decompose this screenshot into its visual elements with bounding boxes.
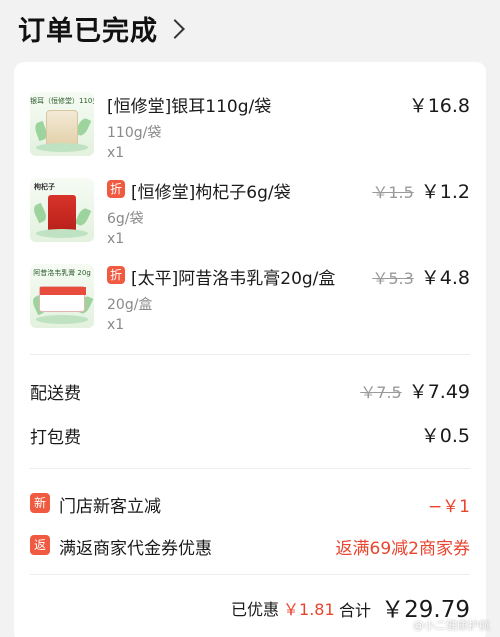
delivery-fee-value: ￥7.5 ￥7.49	[360, 377, 470, 404]
product-price: ￥16.8	[409, 91, 470, 118]
product-quantity: x1	[107, 145, 125, 161]
thumbnail-label: 银耳（恒修堂）110克	[30, 97, 94, 105]
divider	[30, 468, 470, 469]
product-item[interactable]: 阿昔洛韦乳膏 20g 折 [太平]阿昔洛韦乳膏20g/盒 20g/盒 x1 ￥5…	[14, 262, 486, 342]
current-price: ￥1.2	[420, 181, 470, 203]
product-quantity: x1	[107, 231, 125, 247]
page-header[interactable]: 订单已完成	[0, 0, 500, 56]
product-item[interactable]: 枸杞子 折 [恒修堂]枸杞子6g/袋 6g/袋 x1 ￥1.5 ￥1.2	[14, 176, 486, 256]
rebate-tag: 返	[30, 535, 50, 555]
saved-value: ￥1.81	[283, 600, 335, 619]
product-item[interactable]: 银耳（恒修堂）110克 [恒修堂]银耳110g/袋 110g/袋 x1 ￥16.…	[14, 90, 486, 170]
current-price: ￥16.8	[408, 95, 470, 117]
order-status-title: 订单已完成	[18, 15, 158, 47]
product-thumbnail[interactable]: 枸杞子	[30, 178, 94, 242]
product-name: [恒修堂]银耳110g/袋	[107, 97, 272, 117]
original-price: ￥5.3	[372, 269, 414, 288]
product-thumbnail[interactable]: 阿昔洛韦乳膏 20g	[30, 264, 94, 328]
delivery-fee-row: 配送费 ￥7.5 ￥7.49	[14, 377, 486, 404]
saved-label: 已优惠	[231, 600, 280, 619]
current-price: ￥4.8	[420, 267, 470, 289]
new-customer-tag: 新	[30, 493, 50, 513]
saved-amount: 已优惠 ￥1.81	[231, 596, 335, 620]
product-quantity: x1	[107, 317, 125, 333]
product-spec: 20g/盒	[107, 297, 153, 313]
product-name: [恒修堂]枸杞子6g/袋	[131, 183, 291, 203]
packing-fee-label: 打包费	[30, 428, 81, 448]
delivery-fee-original: ￥7.5	[360, 383, 402, 402]
product-name: [太平]阿昔洛韦乳膏20g/盒	[131, 269, 336, 289]
voucher-discount-row[interactable]: 返 满返商家代金券优惠 返满69减2商家券	[14, 534, 486, 559]
divider	[30, 354, 470, 355]
total-label: 合计	[339, 601, 372, 620]
packing-fee-amount: ￥0.5	[420, 425, 470, 447]
discount-label: 门店新客立减	[59, 497, 161, 517]
original-price: ￥1.5	[372, 183, 414, 202]
packing-fee-row: 打包费 ￥0.5	[14, 423, 486, 448]
order-card: 银耳（恒修堂）110克 [恒修堂]银耳110g/袋 110g/袋 x1 ￥16.…	[14, 62, 486, 637]
discount-value: −￥1	[427, 497, 470, 517]
voucher-value[interactable]: 返满69减2商家券	[336, 534, 470, 559]
product-spec: 6g/袋	[107, 211, 144, 227]
divider	[30, 574, 470, 575]
discount-label: 满返商家代金券优惠	[59, 539, 212, 559]
product-price: ￥5.3 ￥4.8	[372, 263, 470, 290]
watermark: @小二健康护航	[413, 619, 490, 632]
product-thumbnail[interactable]: 银耳（恒修堂）110克	[30, 92, 94, 156]
delivery-fee-label: 配送费	[30, 384, 81, 404]
thumbnail-label: 枸杞子	[34, 183, 55, 191]
discount-tag: 折	[107, 180, 125, 198]
new-customer-discount-row: 新 门店新客立减 −￥1	[14, 492, 486, 517]
chevron-right-icon[interactable]	[165, 19, 185, 39]
product-spec: 110g/袋	[107, 125, 162, 141]
discount-tag: 折	[107, 266, 125, 284]
delivery-fee-amount: ￥7.49	[408, 381, 470, 403]
thumbnail-label: 阿昔洛韦乳膏 20g	[33, 269, 91, 277]
product-price: ￥1.5 ￥1.2	[372, 177, 470, 204]
